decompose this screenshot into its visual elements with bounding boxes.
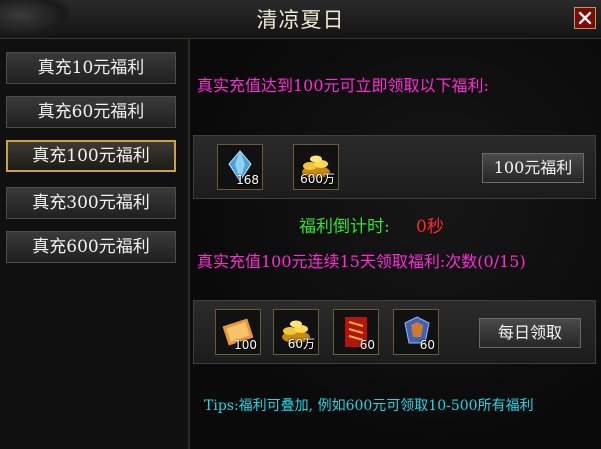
reward-slot[interactable]: 168: [217, 144, 263, 190]
reward-slot[interactable]: 100: [215, 309, 261, 355]
daily-headline: 真实充值100元连续15天领取福利:次数(0/15): [197, 252, 526, 271]
item-count: 60: [359, 338, 375, 352]
reward-slot[interactable]: 60万: [273, 309, 319, 355]
window-title: 清凉夏日: [256, 8, 345, 32]
close-icon: [578, 11, 592, 25]
event-window: 清凉夏日 真充10元福利 真充60元福利 真充100元福利 真充300元福利 真…: [0, 0, 601, 449]
reward-panel-1: 168 600万 100元福利: [193, 135, 596, 199]
reward-slot[interactable]: 600万: [293, 144, 339, 190]
title-bar[interactable]: 清凉夏日: [0, 0, 601, 39]
item-count: 100: [234, 338, 257, 352]
sidebar-item-300[interactable]: 真充300元福利: [6, 187, 176, 219]
reward-slot[interactable]: 60: [393, 309, 439, 355]
item-count: 60万: [287, 337, 315, 351]
sidebar-item-600[interactable]: 真充600元福利: [6, 231, 176, 263]
reward-panel-2: 100 60万 60 60 每日领取: [193, 300, 596, 364]
claim-100-button[interactable]: 100元福利: [482, 153, 584, 183]
item-count: 600万: [300, 172, 335, 186]
sidebar: 真充10元福利 真充60元福利 真充100元福利 真充300元福利 真充600元…: [0, 39, 190, 449]
tips-text: Tips:福利可叠加, 例如600元可领取10-500所有福利: [204, 398, 534, 414]
daily-claim-button[interactable]: 每日领取: [479, 318, 581, 348]
headline: 真实充值达到100元可立即领取以下福利:: [197, 76, 489, 95]
item-count: 168: [236, 173, 259, 187]
reward-slot[interactable]: 60: [333, 309, 379, 355]
item-count: 60: [419, 338, 435, 352]
sidebar-item-10[interactable]: 真充10元福利: [6, 52, 176, 84]
close-button[interactable]: [574, 7, 596, 29]
countdown-value: 0秒: [416, 217, 444, 237]
sidebar-item-60[interactable]: 真充60元福利: [6, 96, 176, 128]
sidebar-item-100[interactable]: 真充100元福利: [6, 140, 176, 172]
main-content: [190, 39, 601, 449]
countdown-label: 福利倒计时:: [299, 217, 390, 237]
